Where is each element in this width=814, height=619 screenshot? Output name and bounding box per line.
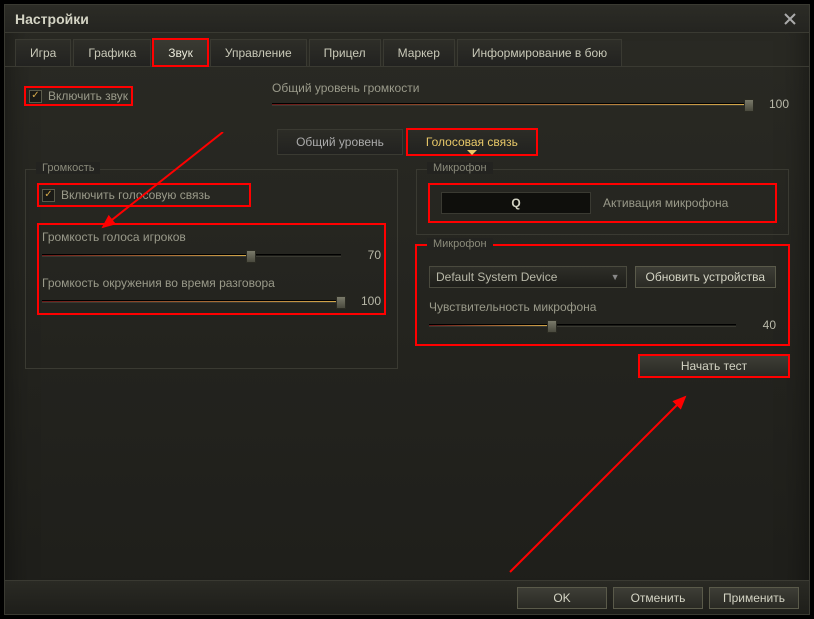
main-tabs: Игра Графика Звук Управление Прицел Марк…	[5, 33, 809, 67]
ok-button[interactable]: OK	[517, 587, 607, 609]
mic-keybind-input[interactable]: Q	[441, 192, 591, 214]
tab-sound[interactable]: Звук	[153, 39, 208, 66]
mic-device-fieldset-title: Микрофон	[427, 238, 493, 250]
enable-voice-label: Включить голосовую связь	[61, 188, 210, 202]
window-title: Настройки	[15, 11, 89, 27]
tab-reticle[interactable]: Прицел	[309, 39, 381, 66]
enable-voice-checkbox[interactable]: Включить голосовую связь	[38, 184, 250, 206]
mic-sensitivity-label: Чувствительность микрофона	[429, 300, 776, 314]
refresh-devices-button[interactable]: Обновить устройства	[635, 266, 777, 288]
mic-sensitivity-value: 40	[746, 318, 776, 332]
close-icon[interactable]	[781, 10, 799, 28]
mic-keybind-fieldset: Микрофон Q Активация микрофона	[416, 169, 789, 235]
titlebar: Настройки	[5, 5, 809, 33]
mic-device-fieldset: Микрофон Default System Device ▼ Обновит…	[416, 245, 789, 345]
settings-window: Настройки Игра Графика Звук Управление П…	[4, 4, 810, 615]
apply-button[interactable]: Применить	[709, 587, 799, 609]
enable-sound-label: Включить звук	[48, 89, 128, 103]
mic-keybind-label: Активация микрофона	[603, 196, 728, 210]
volume-fieldset: Громкость Включить голосовую связь Громк…	[25, 169, 398, 369]
dialog-footer: OK Отменить Применить	[5, 580, 809, 614]
subtab-voice[interactable]: Голосовая связь	[407, 129, 537, 155]
checkbox-icon	[42, 189, 55, 202]
tab-controls[interactable]: Управление	[210, 39, 307, 66]
chevron-down-icon: ▼	[611, 272, 620, 282]
ambient-volume-slider[interactable]	[42, 300, 341, 303]
checkbox-icon	[29, 90, 42, 103]
voice-volume-label: Громкость голоса игроков	[42, 230, 381, 244]
master-volume-block: Общий уровень громкости 100	[272, 81, 789, 111]
tab-marker[interactable]: Маркер	[383, 39, 455, 66]
master-volume-value: 100	[759, 97, 789, 111]
voice-volume-value: 70	[351, 248, 381, 262]
sub-tabs: Общий уровень Голосовая связь	[25, 129, 789, 155]
ambient-volume-value: 100	[351, 294, 381, 308]
master-volume-slider[interactable]	[272, 103, 749, 106]
subtab-general[interactable]: Общий уровень	[277, 129, 403, 155]
voice-volume-slider[interactable]	[42, 254, 341, 257]
tab-battle-info[interactable]: Информирование в бою	[457, 39, 622, 66]
tab-graphics[interactable]: Графика	[73, 39, 151, 66]
tab-game[interactable]: Игра	[15, 39, 71, 66]
mic-device-value: Default System Device	[436, 270, 557, 284]
master-volume-label: Общий уровень громкости	[272, 81, 789, 95]
content-area: Включить звук Общий уровень громкости 10…	[5, 67, 809, 587]
mic-keybind-row: Q Активация микрофона	[429, 184, 776, 222]
start-test-button[interactable]: Начать тест	[639, 355, 789, 377]
mic-sensitivity-slider[interactable]	[429, 324, 736, 327]
ambient-volume-label: Громкость окружения во время разговора	[42, 276, 381, 290]
volume-fieldset-title: Громкость	[36, 162, 100, 174]
mic-fieldset-title: Микрофон	[427, 162, 493, 174]
cancel-button[interactable]: Отменить	[613, 587, 703, 609]
mic-device-dropdown[interactable]: Default System Device ▼	[429, 266, 627, 288]
enable-sound-checkbox[interactable]: Включить звук	[25, 87, 132, 105]
